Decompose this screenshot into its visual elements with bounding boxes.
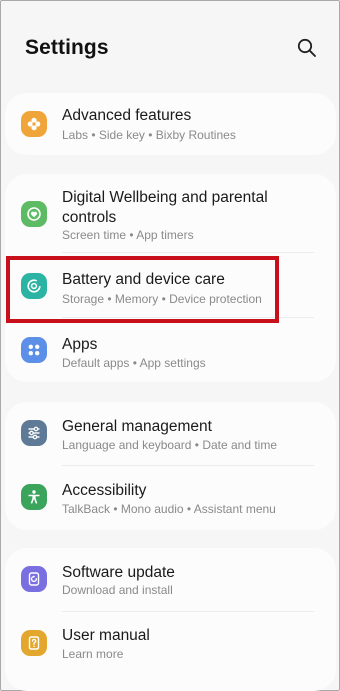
settings-item-user-manual[interactable]: User manual Learn more — [5, 612, 336, 676]
settings-group-4: Software update Download and install Use… — [5, 548, 336, 691]
settings-item-general-management[interactable]: General management Language and keyboard… — [5, 402, 336, 465]
settings-group-3: General management Language and keyboard… — [5, 402, 336, 530]
settings-item-digital-wellbeing[interactable]: Digital Wellbeing and parental controls … — [5, 174, 336, 252]
settings-item-label: General management — [62, 418, 212, 435]
settings-item-software-update[interactable]: Software update Download and install — [5, 548, 336, 611]
settings-item-subtitle: Download and install — [62, 583, 173, 597]
settings-item-subtitle: Default apps • App settings — [62, 356, 206, 370]
settings-item-label: Advanced features — [62, 107, 192, 124]
settings-item-apps[interactable]: Apps Default apps • App settings — [5, 318, 336, 382]
software-update-icon — [21, 566, 47, 592]
search-icon[interactable] — [296, 37, 318, 59]
header: Settings — [0, 0, 340, 90]
general-management-icon — [21, 420, 47, 446]
settings-item-label: Software update — [62, 564, 175, 581]
settings-item-accessibility[interactable]: Accessibility TalkBack • Mono audio • As… — [5, 466, 336, 530]
settings-item-subtitle: Labs • Side key • Bixby Routines — [62, 128, 236, 142]
settings-item-subtitle: Screen time • App timers — [62, 228, 194, 242]
settings-item-advanced-features[interactable]: Advanced features Labs • Side key • Bixb… — [5, 93, 336, 155]
apps-icon — [21, 337, 47, 363]
highlight-box — [6, 256, 279, 323]
accessibility-icon — [21, 484, 47, 510]
digital-wellbeing-icon — [21, 201, 47, 227]
settings-group-1: Advanced features Labs • Side key • Bixb… — [5, 93, 336, 155]
settings-item-label: User manual — [62, 627, 150, 644]
settings-item-label: Accessibility — [62, 482, 147, 499]
advanced-features-icon — [21, 111, 47, 137]
settings-item-label: Digital Wellbeing and parental controls — [62, 189, 268, 226]
user-manual-icon — [21, 630, 47, 656]
settings-item-subtitle: Language and keyboard • Date and time — [62, 438, 278, 452]
settings-item-subtitle: TalkBack • Mono audio • Assistant menu — [62, 502, 276, 516]
settings-item-subtitle: Learn more — [62, 647, 124, 661]
settings-item-label: Apps — [62, 336, 98, 353]
page-title: Settings — [25, 36, 109, 59]
